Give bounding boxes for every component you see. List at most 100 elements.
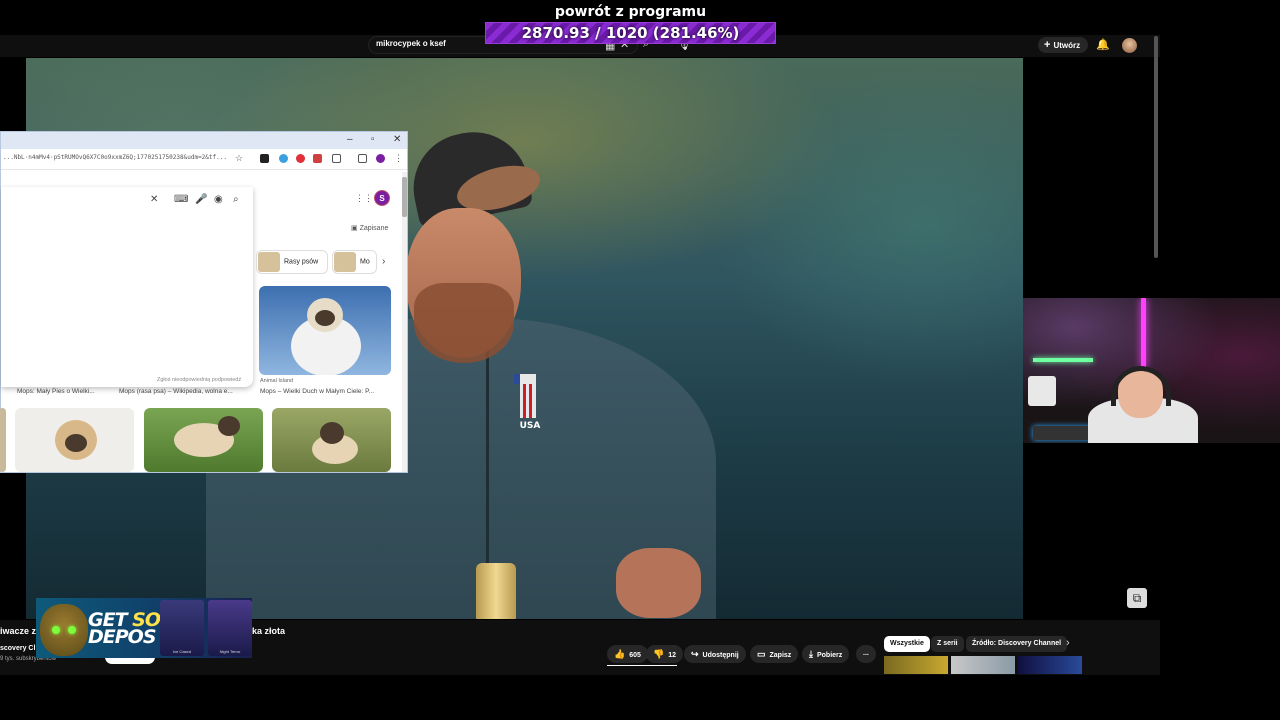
video-title-left: iwacze z	[0, 626, 37, 636]
download-icon: ⤓	[809, 649, 813, 659]
avatar[interactable]	[1122, 38, 1137, 53]
ad-case-item: Ice Cased	[160, 600, 204, 656]
cast-icon[interactable]	[358, 154, 367, 163]
page-scrollbar[interactable]	[1154, 36, 1158, 258]
filter-chip-series[interactable]: Z serii	[931, 636, 964, 652]
suggestion-note[interactable]: Zgłoś nieodpowiednią podpowiedź	[157, 377, 241, 383]
usa-patch-text: USA	[520, 421, 541, 430]
keyboard	[1033, 426, 1093, 440]
image-result[interactable]	[259, 286, 391, 375]
google-search-dropdown[interactable]	[1, 187, 253, 387]
channel-name[interactable]: scovery Cl	[0, 645, 35, 652]
menu-dots-icon[interactable]: ⋮	[394, 153, 403, 164]
lens-icon[interactable]: ◉	[214, 194, 223, 205]
mic-icon[interactable]: 🎤	[195, 194, 207, 205]
image-result[interactable]	[144, 408, 263, 472]
bookmark-star-icon[interactable]: ☆	[235, 153, 243, 164]
download-label: Pobierz	[816, 652, 843, 659]
ad-banner: GET SO DEPOS Ice Cased Night Terror	[36, 598, 252, 658]
recommended-thumbnail[interactable]	[884, 656, 948, 674]
chevron-right-icon[interactable]: ›	[1066, 637, 1070, 649]
image-source: Animal Island	[260, 378, 294, 384]
ad-mascot	[40, 604, 88, 656]
create-button[interactable]: + Utwórz	[1038, 37, 1088, 53]
profile-icon[interactable]	[376, 154, 385, 163]
chip-thumbnail	[334, 252, 356, 272]
profile-avatar[interactable]: S	[374, 190, 390, 206]
bookmark-icon: ▣	[351, 225, 360, 232]
recommended-thumbnail[interactable]	[1018, 656, 1082, 674]
more-actions-button[interactable]: ...	[856, 645, 876, 663]
image-caption[interactable]: Mops: Mały Pies o Wielki...	[17, 388, 95, 395]
puzzle-icon[interactable]	[332, 154, 341, 163]
chip-label: Rasy psów	[284, 258, 319, 266]
goal-progress-text: 2870.93 / 1020 (281.46%)	[521, 24, 740, 42]
save-button[interactable]: ▭ Zapisz	[750, 645, 799, 663]
address-bar[interactable]: ...NbL·n4mMv4·pStRUMOvQ6X7C0o9xxmZ6Q;177…	[1, 149, 407, 170]
like-count: 605	[629, 652, 641, 659]
chip-thumbnail	[258, 252, 280, 272]
download-button[interactable]: ⤓ Pobierz	[802, 645, 850, 663]
minimize-icon[interactable]: –	[347, 134, 353, 145]
stream-goal-overlay: powrót z programu 2870.93 / 1020 (281.46…	[485, 2, 776, 46]
share-label: Udostępnij	[702, 652, 739, 659]
ad-case-label: Night Terror	[219, 649, 241, 654]
create-label: Utwórz	[1053, 41, 1081, 50]
image-result[interactable]	[272, 408, 391, 472]
pug-muzzle	[65, 434, 87, 452]
gmail-icon[interactable]	[313, 154, 322, 163]
search-icon[interactable]: ⌕	[233, 194, 239, 205]
goal-progress-bar: 2870.93 / 1020 (281.46%)	[485, 22, 776, 44]
neon-light	[1141, 298, 1146, 368]
close-icon[interactable]: ✕	[393, 134, 401, 145]
image-result[interactable]	[0, 408, 6, 472]
mascot-eye	[52, 626, 60, 634]
dislike-count: 12	[668, 652, 677, 659]
beer-can	[476, 563, 516, 619]
pug-head	[320, 422, 344, 444]
neon-light	[1033, 358, 1093, 362]
saved-link[interactable]: ▣ Zapisane	[351, 224, 388, 232]
hoodie-zip	[486, 348, 489, 588]
save-label: Zapisz	[769, 652, 792, 659]
keyboard-icon[interactable]: ⌨	[174, 194, 188, 205]
maximize-icon[interactable]: ▫	[371, 134, 375, 145]
thumbs-down-icon: 👎	[653, 649, 665, 659]
bell-icon[interactable]: 🔔	[1096, 38, 1110, 51]
scroll-thumb[interactable]	[402, 177, 407, 217]
chevron-right-icon[interactable]: ›	[382, 256, 385, 267]
chip-second[interactable]: Mo	[332, 250, 377, 274]
chip-dog-breeds[interactable]: Rasy psów	[256, 250, 328, 274]
miniplayer-icon[interactable]: ⧉	[1127, 588, 1147, 608]
url-text: ...NbL·n4mMv4·pStRUMOvQ6X7C0o9xxmZ6Q;177…	[3, 154, 227, 161]
ad-case-label: Ice Cased	[172, 649, 191, 654]
saved-label: Zapisane	[359, 225, 389, 232]
image-caption[interactable]: Mops (rasa psa) – Wikipedia, wolna e...	[119, 388, 233, 395]
more-icon: ...	[863, 650, 869, 657]
extension-icon[interactable]	[260, 154, 269, 163]
share-button[interactable]: ↪ Udostępnij	[684, 645, 746, 663]
like-divider	[607, 665, 677, 666]
image-caption[interactable]: Mops – Wielki Duch w Małym Ciele: P...	[260, 388, 374, 395]
extension-icon[interactable]	[279, 154, 288, 163]
recommended-thumbnail[interactable]	[951, 656, 1015, 674]
like-button[interactable]: 👍 605	[607, 645, 648, 663]
filter-chip-all[interactable]: Wszystkie	[884, 636, 930, 652]
plus-icon: +	[1044, 39, 1051, 51]
streamer-webcam	[1023, 298, 1280, 443]
pug-muzzle	[315, 310, 335, 326]
clear-icon[interactable]: ✕	[150, 194, 158, 205]
video-title-right: ka złota	[252, 626, 286, 636]
goal-title: powrót z programu	[554, 4, 707, 20]
chrome-window[interactable]: – ▫ ✕ ...NbL·n4mMv4·pStRUMOvQ6X7C0o9xxmZ…	[0, 131, 408, 473]
headset	[1111, 366, 1171, 406]
filter-chip-source[interactable]: Źródło: Discovery Channel	[966, 636, 1068, 652]
extension-icon[interactable]	[296, 154, 305, 163]
chrome-scrollbar[interactable]	[402, 172, 407, 472]
bookmark-icon: ▭	[757, 649, 766, 659]
ad-headline-2: DEPOS	[88, 626, 157, 648]
chrome-titlebar[interactable]: – ▫ ✕	[1, 132, 407, 149]
chip-label: Mo	[360, 258, 370, 266]
dislike-button[interactable]: 👎 12	[646, 645, 684, 663]
image-result[interactable]	[15, 408, 134, 472]
